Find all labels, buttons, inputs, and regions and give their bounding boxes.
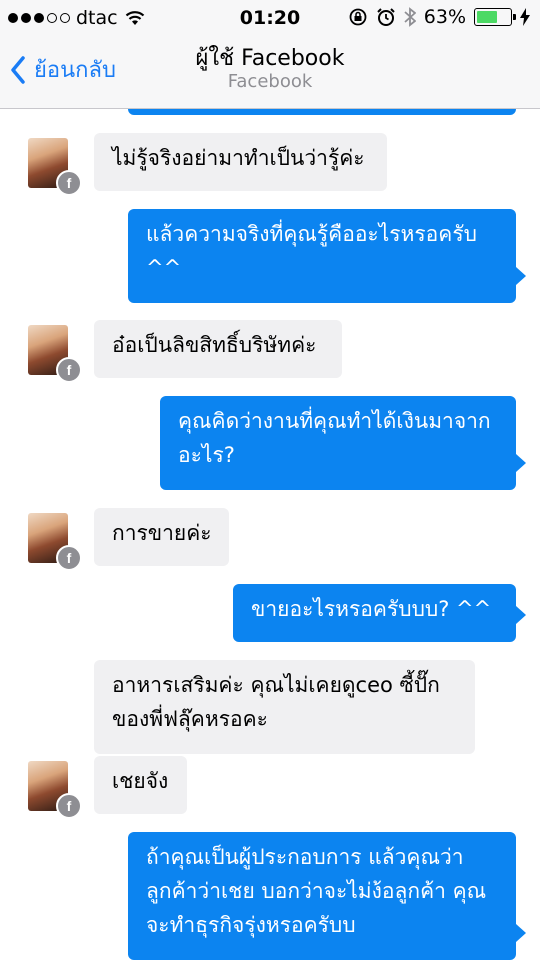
message-text: เชยจัง xyxy=(112,769,169,793)
facebook-icon: f xyxy=(56,357,82,383)
message-text: ไม่รู้จริงอย่ามาทำเป็นว่ารู้ค่ะ xyxy=(112,146,365,170)
contact-avatar[interactable]: f xyxy=(28,761,82,819)
message-bubble-incoming[interactable]: เชยจัง xyxy=(94,756,187,814)
message-bubble-outgoing[interactable]: คุณคิดว่างานที่คุณทำได้เงินมาจาก อะไร? xyxy=(160,396,526,490)
status-right: 63% xyxy=(348,6,530,28)
rotation-lock-icon xyxy=(349,8,367,26)
facebook-icon: f xyxy=(56,170,82,196)
message-bubble-outgoing-partial[interactable] xyxy=(128,109,516,115)
message-text: ขายอะไรหรอครับบบ? ^^ xyxy=(251,597,492,621)
message-text: ถ้าคุณเป็นผู้ประกอบการ แล้วคุณว่า xyxy=(146,845,464,869)
alarm-icon xyxy=(377,8,395,26)
contact-avatar[interactable]: f xyxy=(28,513,82,571)
message-bubble-outgoing[interactable]: แล้วความจริงที่คุณรู้คืออะไรหรอครับ ^^ xyxy=(128,209,526,303)
message-text: คุณคิดว่างานที่คุณทำได้เงินมาจาก xyxy=(178,409,491,433)
message-bubble-outgoing[interactable]: ถ้าคุณเป็นผู้ประกอบการ แล้วคุณว่า ลูกค้า… xyxy=(128,832,526,960)
message-list[interactable]: f ไม่รู้จริงอย่ามาทำเป็นว่ารู้ค่ะ แล้วคว… xyxy=(0,109,540,960)
message-text: การขายค่ะ xyxy=(112,521,212,545)
facebook-icon: f xyxy=(56,793,82,819)
charging-icon xyxy=(520,8,530,26)
message-text: ของพี่ฟลุ๊คหรอคะ xyxy=(112,707,268,731)
message-bubble-incoming[interactable]: ไม่รู้จริงอย่ามาทำเป็นว่ารู้ค่ะ xyxy=(94,133,387,191)
facebook-icon: f xyxy=(56,545,82,571)
message-bubble-incoming[interactable]: การขายค่ะ xyxy=(94,508,229,566)
message-bubble-incoming[interactable]: อาหารเสริมค่ะ คุณไม่เคยดูceo ซี้ปั๊ก ของ… xyxy=(94,660,475,754)
bluetooth-icon xyxy=(404,7,416,27)
message-bubble-incoming[interactable]: อ๋อเป็นลิขสิทธิ์บริษัทค่ะ xyxy=(94,320,342,378)
message-text: อ๋อเป็นลิขสิทธิ์บริษัทค่ะ xyxy=(112,333,317,357)
conversation-subtitle: Facebook xyxy=(227,71,313,92)
conversation-title: ผู้ใช้ Facebook xyxy=(195,46,345,71)
message-text: ^^ xyxy=(146,256,182,280)
navigation-bar: ย้อนกลับ ผู้ใช้ Facebook Facebook xyxy=(0,36,540,109)
status-bar: dtac 01:20 63% xyxy=(0,0,540,36)
contact-avatar[interactable]: f xyxy=(28,138,82,196)
contact-avatar[interactable]: f xyxy=(28,325,82,383)
message-text: ลูกค้าว่าเชย บอกว่าจะไม่ง้อลูกค้า คุณ xyxy=(146,879,487,903)
message-text: จะทำธุรกิจรุ่งหรอครับบ xyxy=(146,913,356,937)
battery-icon xyxy=(474,8,516,26)
message-text: แล้วความจริงที่คุณรู้คืออะไรหรอครับ xyxy=(146,222,477,246)
message-bubble-outgoing[interactable]: ขายอะไรหรอครับบบ? ^^ xyxy=(233,584,526,642)
message-text: อะไร? xyxy=(178,443,235,467)
message-text: อาหารเสริมค่ะ คุณไม่เคยดูceo ซี้ปั๊ก xyxy=(112,673,440,697)
battery-percent: 63% xyxy=(423,6,466,28)
